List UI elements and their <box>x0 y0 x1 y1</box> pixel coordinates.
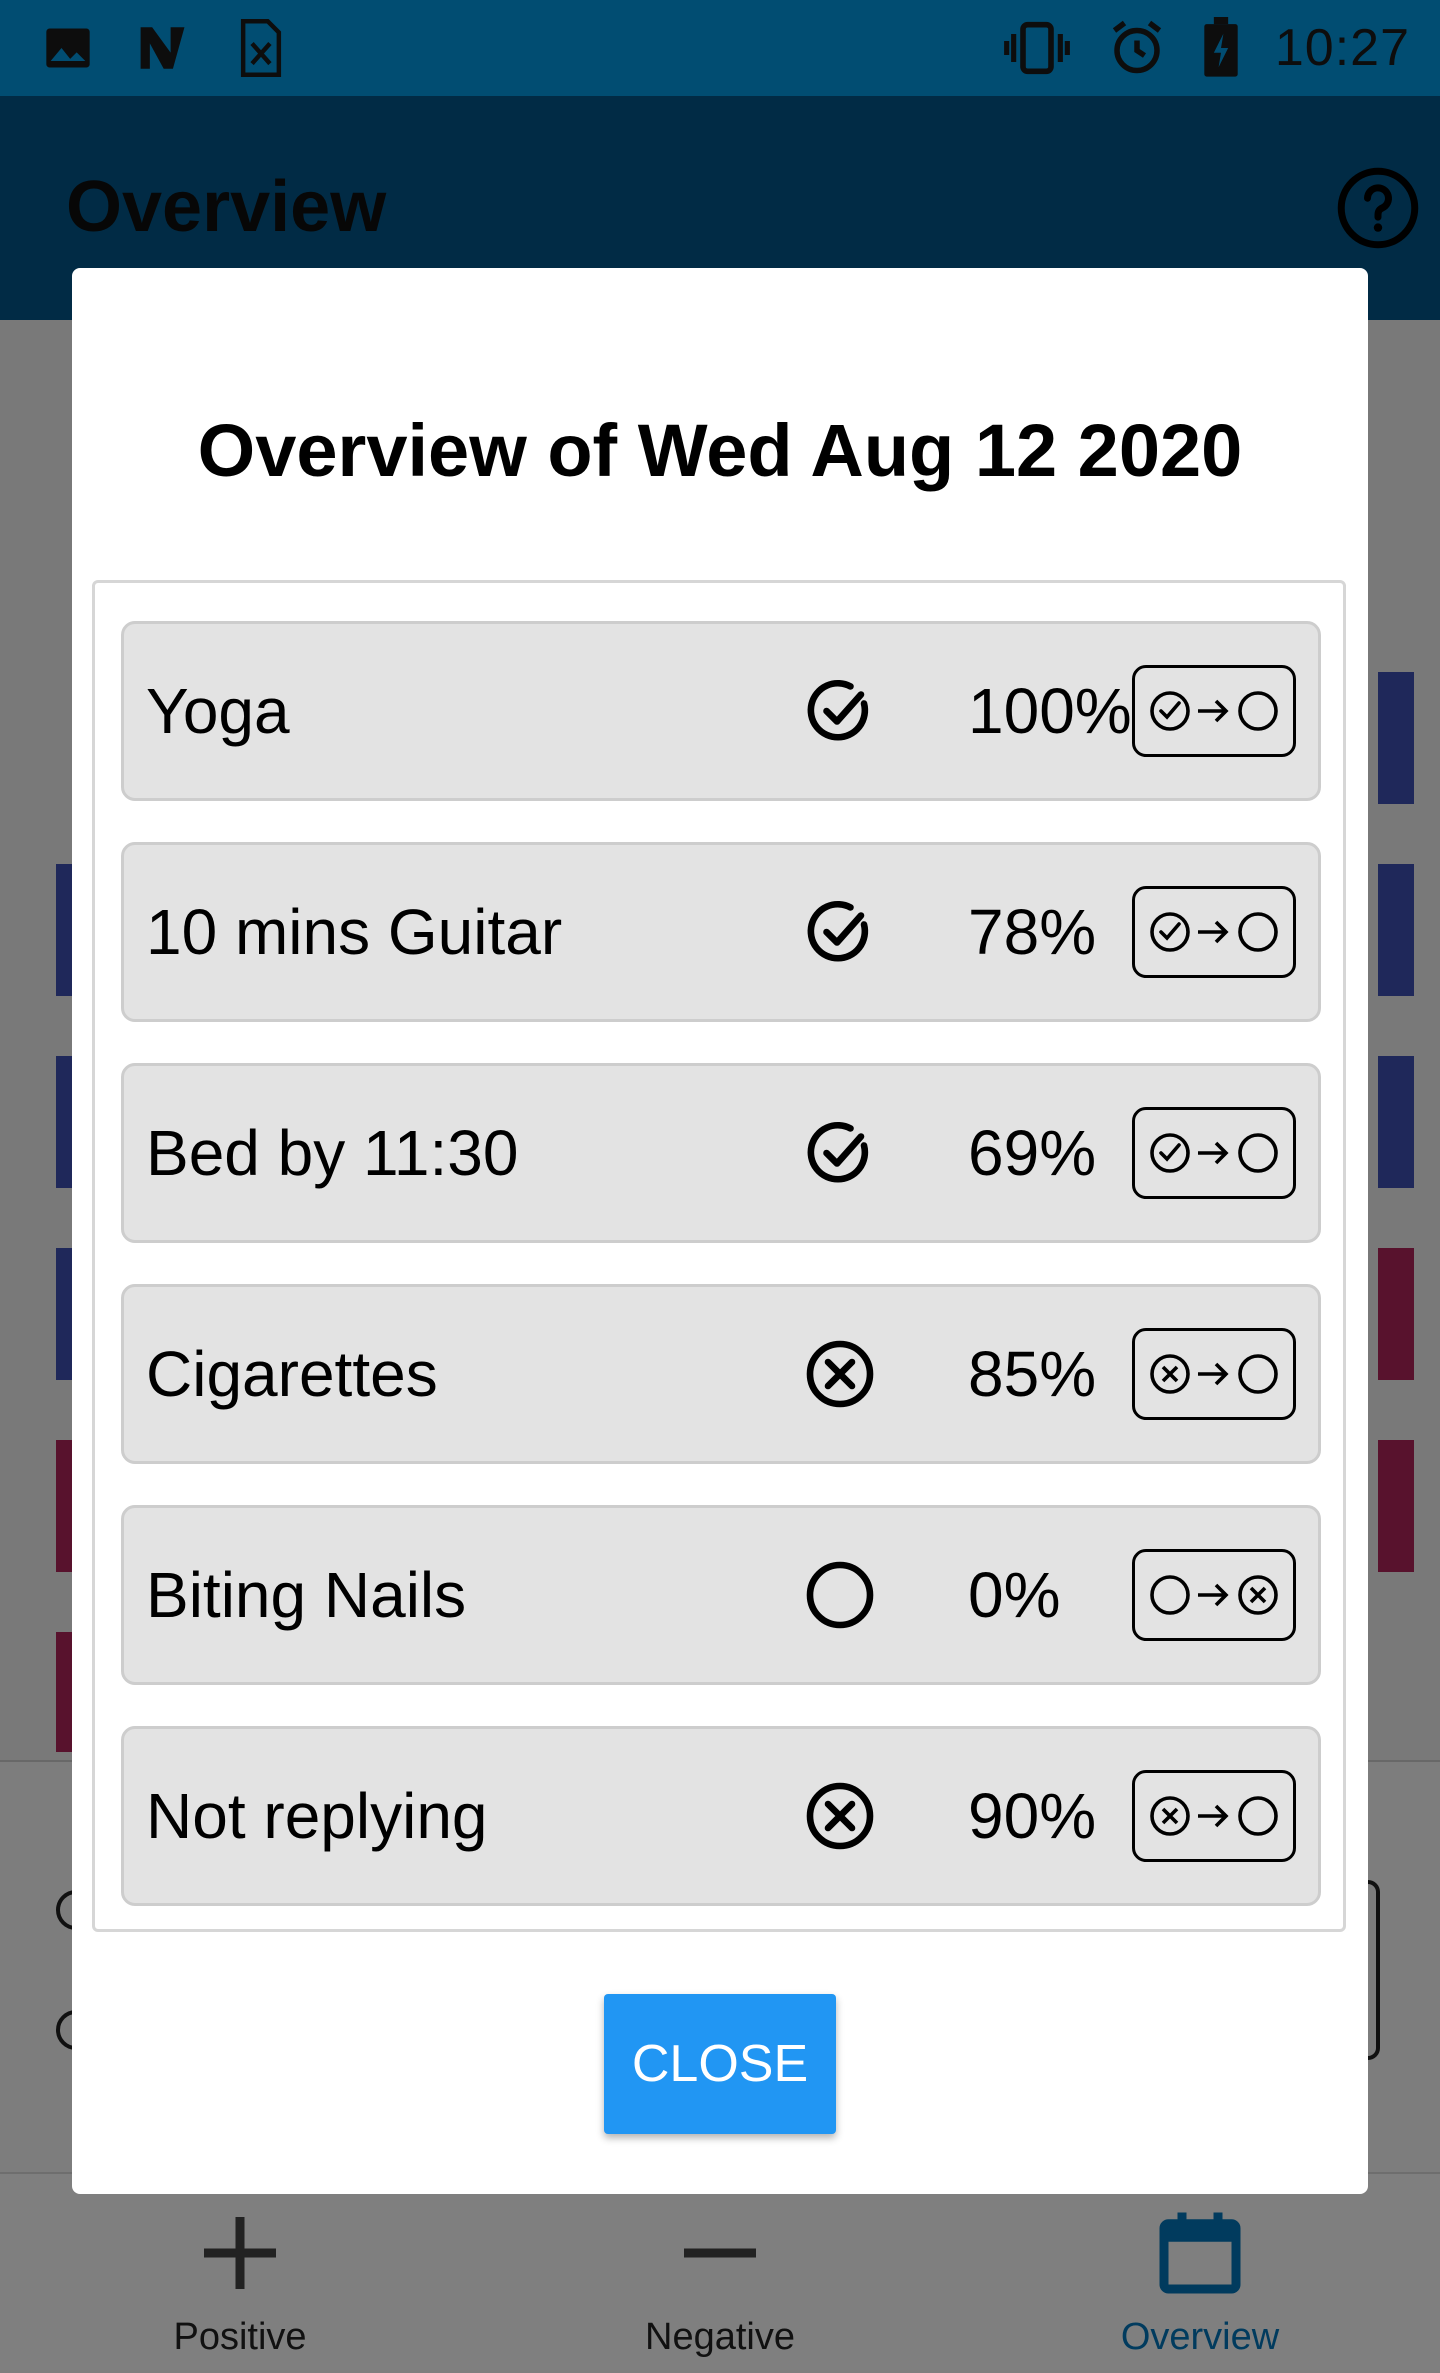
close-button[interactable]: CLOSE <box>604 1994 836 2134</box>
list-item: Bed by 11:30 69% <box>121 1063 1321 1243</box>
check-circle-icon <box>807 900 869 962</box>
list-item: Biting Nails 0% <box>121 1505 1321 1685</box>
habit-name: 10 mins Guitar <box>146 896 563 968</box>
cross-to-empty-icon <box>1150 1796 1278 1836</box>
list-item: Yoga 100% <box>121 621 1321 801</box>
habit-name: Not replying <box>146 1780 488 1852</box>
habit-percent: 0% <box>968 1559 1061 1631</box>
cross-circle-icon <box>806 1782 874 1850</box>
habit-name: Bed by 11:30 <box>146 1117 519 1189</box>
habit-list: Yoga 100% 10 mins Guitar 78% Bed by 11:3… <box>92 580 1346 1932</box>
habit-name: Cigarettes <box>146 1338 438 1410</box>
habit-name: Yoga <box>146 675 290 747</box>
list-item: Not replying 90% <box>121 1726 1321 1906</box>
check-circle-icon <box>807 679 869 741</box>
toggle-status-button[interactable] <box>1132 886 1296 978</box>
empty-to-cross-icon <box>1150 1575 1278 1615</box>
habit-percent: 90% <box>968 1780 1097 1852</box>
check-circle-icon <box>807 1121 869 1183</box>
toggle-status-button[interactable] <box>1132 1549 1296 1641</box>
check-to-empty-icon <box>1150 912 1278 952</box>
overview-dialog: Overview of Wed Aug 12 2020 Yoga 100% 10… <box>72 268 1368 2194</box>
habit-percent: 85% <box>968 1338 1097 1410</box>
cross-circle-icon <box>806 1340 874 1408</box>
list-item: 10 mins Guitar 78% <box>121 842 1321 1022</box>
toggle-status-button[interactable] <box>1132 1107 1296 1199</box>
check-to-empty-icon <box>1150 1133 1278 1173</box>
habit-percent: 69% <box>968 1117 1097 1189</box>
toggle-status-button[interactable] <box>1132 665 1296 757</box>
screen: 10:27 Overview Positive <box>0 0 1440 2373</box>
cross-to-empty-icon <box>1150 1354 1278 1394</box>
list-item: Cigarettes 85% <box>121 1284 1321 1464</box>
habit-percent: 78% <box>968 896 1097 968</box>
dialog-title: Overview of Wed Aug 12 2020 <box>197 409 1243 492</box>
empty-circle-icon <box>806 1561 874 1629</box>
habit-percent: 100% <box>968 675 1132 747</box>
habit-name: Biting Nails <box>146 1559 467 1631</box>
toggle-status-button[interactable] <box>1132 1328 1296 1420</box>
toggle-status-button[interactable] <box>1132 1770 1296 1862</box>
check-to-empty-icon <box>1150 691 1278 731</box>
